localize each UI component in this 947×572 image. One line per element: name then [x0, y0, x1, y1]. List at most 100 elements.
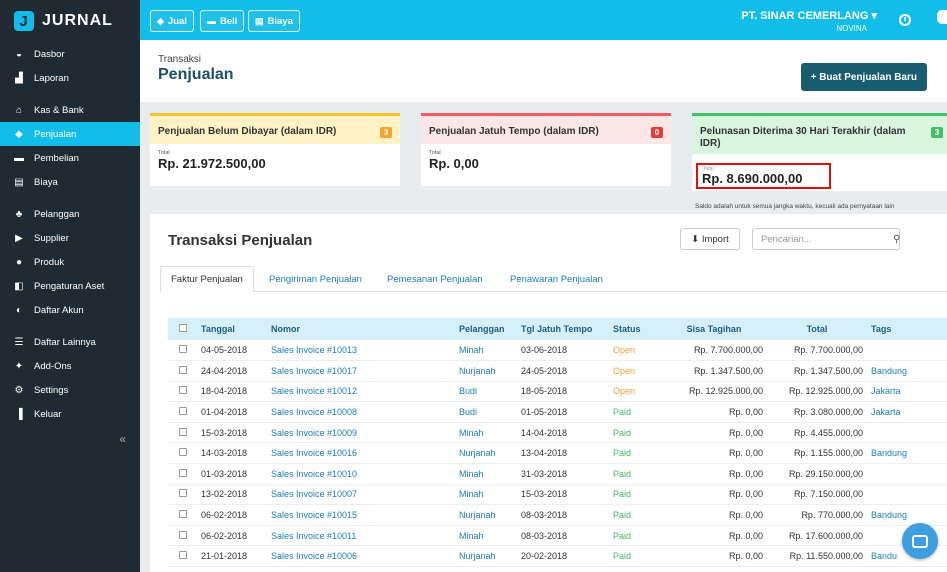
- table-row[interactable]: 01-04-2018 Sales Invoice #10008 Budi 01-05-…: [168, 402, 947, 423]
- sidebar-item-pembelian[interactable]: ▬ Pembelian: [0, 146, 140, 170]
- column-header[interactable]: Tanggal: [197, 318, 267, 340]
- row-checkbox[interactable]: [178, 407, 187, 416]
- table-row[interactable]: 15-03-2018 Sales Invoice #10009 Minah 14-04…: [168, 422, 947, 443]
- sidebar-item-supplier[interactable]: ▶ Supplier: [0, 226, 140, 250]
- invoice-number-link[interactable]: Sales Invoice #10017: [267, 361, 455, 382]
- sidebar-collapse-button[interactable]: «: [0, 432, 140, 446]
- row-checkbox[interactable]: [178, 365, 187, 374]
- table-row[interactable]: 14-03-2018 Sales Invoice #10016 Nurjanah 13…: [168, 443, 947, 464]
- tag-link[interactable]: Jakarta: [867, 402, 947, 423]
- invoice-number-link[interactable]: Sales Invoice #10009: [267, 422, 455, 443]
- tab-sales-invoice[interactable]: Faktur Penjualan: [160, 266, 254, 292]
- invoice-number-link[interactable]: Sales Invoice #10014: [267, 567, 455, 572]
- row-checkbox[interactable]: [178, 510, 187, 519]
- invoice-number-link[interactable]: Sales Invoice #10007: [267, 484, 455, 505]
- row-checkbox[interactable]: [178, 427, 187, 436]
- chat-button[interactable]: [902, 523, 938, 559]
- customer-link[interactable]: Nurjanah: [455, 505, 517, 526]
- import-button[interactable]: ⬇ Import: [680, 228, 740, 250]
- card-payments-received[interactable]: Pelunasan Diterima 30 Hari Terakhir (dal…: [692, 113, 947, 191]
- card-title: Penjualan Belum Dibayar (dalam IDR): [158, 126, 337, 137]
- tag-link[interactable]: Bandung: [867, 443, 947, 464]
- row-checkbox[interactable]: [178, 530, 187, 539]
- create-sale-button[interactable]: + Buat Penjualan Baru: [800, 63, 927, 91]
- row-checkbox[interactable]: [178, 468, 187, 477]
- row-checkbox[interactable]: [178, 386, 187, 395]
- customer-link[interactable]: Minah: [455, 340, 517, 361]
- invoice-number-link[interactable]: Sales Invoice #10006: [267, 546, 455, 567]
- clock-icon[interactable]: [899, 14, 911, 26]
- company-switcher[interactable]: PT. SINAR CEMERLANG ▾ NOVINA: [741, 9, 877, 33]
- row-checkbox[interactable]: [178, 448, 187, 457]
- column-header[interactable]: Nomor: [267, 318, 455, 340]
- table-row[interactable]: 24-04-2018 Sales Invoice #10017 Nurjanah 24…: [168, 361, 947, 382]
- tag-link[interactable]: Bandung: [867, 361, 947, 382]
- quick-biaya-button[interactable]: ▤ Biaya: [248, 10, 300, 32]
- quick-beli-button[interactable]: ▬ Beli: [200, 10, 245, 32]
- sidebar-item-laporan[interactable]: ▟ Laporan: [0, 66, 140, 90]
- customer-link[interactable]: Nurjanah: [455, 567, 517, 572]
- breadcrumb[interactable]: Transaksi: [158, 54, 201, 65]
- sidebar-item-daftar-akun[interactable]: ◐ Daftar Akun: [0, 298, 140, 322]
- column-header[interactable]: Tags: [867, 318, 947, 340]
- customer-link[interactable]: Nurjanah: [455, 361, 517, 382]
- notification-icon[interactable]: [937, 10, 947, 24]
- sidebar-item-dasbor[interactable]: ◒ Dasbor: [0, 42, 140, 66]
- sidebar-item-produk[interactable]: ● Produk: [0, 250, 140, 274]
- tab-sales-quote[interactable]: Penawaran Penjualan: [500, 266, 613, 292]
- invoice-number-link[interactable]: Sales Invoice #10010: [267, 464, 455, 485]
- tab-sales-order[interactable]: Pemesanan Penjualan: [377, 266, 493, 292]
- table-row[interactable]: 21-01-2018 Sales Invoice #10006 Nurjanah 20…: [168, 546, 947, 567]
- customer-link[interactable]: Minah: [455, 484, 517, 505]
- column-header[interactable]: Total: [767, 318, 867, 340]
- customer-link[interactable]: Nurjanah: [455, 546, 517, 567]
- invoice-number-link[interactable]: Sales Invoice #10008: [267, 402, 455, 423]
- row-checkbox[interactable]: [178, 551, 187, 560]
- column-header[interactable]: Sisa Tagihan: [661, 318, 767, 340]
- table-row[interactable]: 17-01-2018Sales Invoice #10014Nurjanah17…: [168, 567, 947, 572]
- table-row[interactable]: 06-02-2018 Sales Invoice #10011 Minah 08-03…: [168, 525, 947, 546]
- table-row[interactable]: 01-03-2018 Sales Invoice #10010 Minah 31-03…: [168, 464, 947, 485]
- sidebar-item-keluar[interactable]: ▐ Keluar: [0, 402, 140, 426]
- table-row[interactable]: 18-04-2018 Sales Invoice #10012 Budi 18-05-…: [168, 381, 947, 402]
- column-header[interactable]: Tgl Jatuh Tempo: [517, 318, 609, 340]
- quick-jual-button[interactable]: ◆ Jual: [150, 10, 194, 32]
- table-row[interactable]: 04-05-2018 Sales Invoice #10013 Minah 03-06…: [168, 340, 947, 361]
- sidebar-item-pengaturan-aset[interactable]: ◧ Pengaturan Aset: [0, 274, 140, 298]
- sidebar-item-kas-bank[interactable]: ⌂ Kas & Bank: [0, 98, 140, 122]
- table-row[interactable]: 13-02-2018 Sales Invoice #10007 Minah 15-03…: [168, 484, 947, 505]
- search-icon[interactable]: ⚲: [893, 234, 900, 245]
- row-checkbox[interactable]: [178, 489, 187, 498]
- select-all-checkbox[interactable]: [178, 324, 187, 332]
- sidebar-item-settings[interactable]: ⚙ Settings: [0, 378, 140, 402]
- invoice-number-link[interactable]: Sales Invoice #10013: [267, 340, 455, 361]
- sidebar-item-penjualan[interactable]: ◆ Penjualan: [0, 122, 140, 146]
- card-unpaid-sales[interactable]: Penjualan Belum Dibayar (dalam IDR) 3 To…: [150, 113, 400, 186]
- brand-logo[interactable]: J JURNAL: [0, 0, 140, 42]
- invoice-number-link[interactable]: Sales Invoice #10011: [267, 525, 455, 546]
- column-header[interactable]: Status: [609, 318, 661, 340]
- tag-link[interactable]: Bandung: [867, 567, 947, 572]
- invoice-number-link[interactable]: Sales Invoice #10015: [267, 505, 455, 526]
- invoice-number-link[interactable]: Sales Invoice #10016: [267, 443, 455, 464]
- sidebar-item-biaya[interactable]: ▤ Biaya: [0, 170, 140, 194]
- card-overdue-sales[interactable]: Penjualan Jatuh Tempo (dalam IDR) 0 Tota…: [421, 113, 671, 186]
- sidebar-item-daftar-lainnya[interactable]: ☰ Daftar Lainnya: [0, 330, 140, 354]
- customer-link[interactable]: Nurjanah: [455, 443, 517, 464]
- tab-sales-delivery[interactable]: Pengiriman Penjualan: [259, 266, 372, 292]
- customer-link[interactable]: Minah: [455, 464, 517, 485]
- customer-link[interactable]: Minah: [455, 422, 517, 443]
- row-checkbox[interactable]: [178, 345, 187, 354]
- column-header[interactable]: Pelanggan: [455, 318, 517, 340]
- customer-link[interactable]: Minah: [455, 525, 517, 546]
- invoice-number-link[interactable]: Sales Invoice #10012: [267, 381, 455, 402]
- customer-link[interactable]: Budi: [455, 381, 517, 402]
- tag-link[interactable]: Jakarta: [867, 381, 947, 402]
- tag-link[interactable]: Bandung: [867, 505, 947, 526]
- search-input[interactable]: [753, 233, 893, 245]
- table-row[interactable]: 06-02-2018 Sales Invoice #10015 Nurjanah 08…: [168, 505, 947, 526]
- customer-link[interactable]: Budi: [455, 402, 517, 423]
- sidebar-item-add-ons[interactable]: ✦ Add-Ons: [0, 354, 140, 378]
- sidebar-item-label: Laporan: [34, 72, 69, 84]
- sidebar-item-pelanggan[interactable]: ♣ Pelanggan: [0, 202, 140, 226]
